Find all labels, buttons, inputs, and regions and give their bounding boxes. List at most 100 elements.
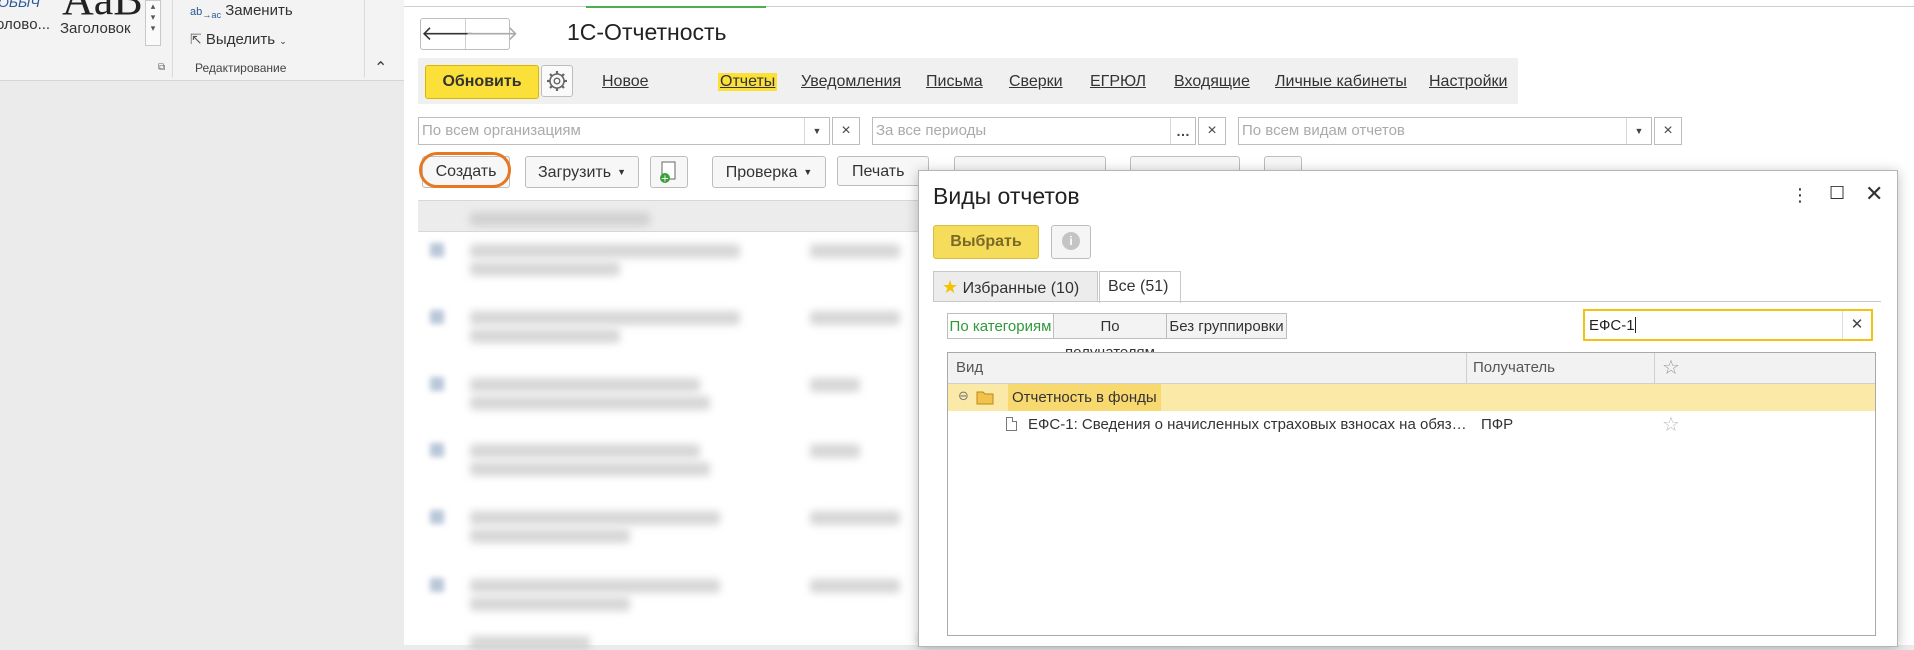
folder-icon — [976, 391, 994, 405]
blurred-text — [810, 579, 900, 593]
report-kind-filter[interactable]: По всем видам отчетов ▼ — [1238, 117, 1652, 145]
blurred-text — [470, 597, 630, 611]
dropdown-arrow-icon[interactable]: ▼ — [804, 118, 829, 144]
blurred-text — [470, 462, 710, 476]
period-filter-placeholder: За все периоды — [876, 122, 987, 139]
tab-favorites[interactable]: ★ Избранные (10) — [933, 271, 1098, 301]
style-normal-label[interactable]: оловo... — [0, 16, 50, 33]
organization-clear-button[interactable]: × — [832, 117, 860, 145]
settings-button[interactable] — [541, 65, 573, 97]
dropdown-arrow-icon: ▼ — [617, 167, 626, 177]
report-kind-clear-button[interactable]: × — [1654, 117, 1682, 145]
blurred-text — [470, 529, 630, 543]
blurred-text — [810, 311, 900, 325]
tab-all[interactable]: Все (51) — [1099, 271, 1181, 303]
check-button[interactable]: Проверка ▼ — [712, 156, 826, 188]
add-from-file-button[interactable]: + — [650, 156, 688, 188]
replace-label: Заменить — [225, 2, 293, 19]
info-button[interactable]: i — [1051, 225, 1091, 259]
select-button[interactable]: ⇱ Выделить ⌄ — [190, 31, 287, 48]
dialog-launcher-icon[interactable]: ⧉ — [158, 62, 165, 73]
close-icon[interactable]: ✕ — [1865, 181, 1883, 207]
blurred-icon — [430, 578, 444, 592]
column-header-recipient[interactable]: Получатель — [1473, 359, 1555, 376]
back-arrow-icon[interactable]: 🡐 — [421, 19, 475, 49]
period-filter[interactable]: За все периоды … — [872, 117, 1196, 145]
load-button[interactable]: Загрузить ▼ — [525, 156, 639, 188]
close-icon: × — [1207, 122, 1217, 139]
table-row[interactable]: ЕФС-1: Сведения о начисленных страховых … — [948, 411, 1875, 439]
print-button-label: Печать — [852, 163, 905, 180]
styles-scroll[interactable]: ▴ ▾ ▾ — [145, 0, 161, 46]
group-by-recipient-button[interactable]: По получателям — [1053, 313, 1167, 361]
forward-arrow-icon[interactable]: 🡒 — [465, 19, 519, 49]
ellipsis-icon[interactable]: … — [1170, 118, 1195, 144]
dropdown-arrow-icon[interactable]: ▼ — [1626, 118, 1651, 144]
maximize-icon[interactable]: ☐ — [1829, 183, 1845, 204]
table-row-group[interactable]: ⊖ Отчетность в фонды — [948, 384, 1875, 411]
star-outline-icon[interactable]: ☆ — [1662, 355, 1680, 380]
blurred-text — [470, 262, 620, 276]
period-clear-button[interactable]: × — [1198, 117, 1226, 145]
blurred-icon — [430, 310, 444, 324]
nav-link-settings[interactable]: Настройки — [1429, 73, 1507, 91]
blurred-text — [470, 636, 590, 650]
organization-filter[interactable]: По всем организациям ▼ — [418, 117, 830, 145]
column-divider — [1466, 353, 1467, 383]
search-input[interactable]: ЕФС-1 ✕ — [1583, 309, 1873, 341]
word-ribbon: ОБЫЧ AaB оловo... Заголовок ▴ ▾ ▾ ab→ac … — [0, 0, 404, 81]
chevron-down-icon: ▾ — [150, 12, 156, 22]
more-options-icon[interactable]: ⋮ — [1791, 185, 1809, 206]
add-file-icon: + — [660, 161, 676, 185]
column-divider — [1654, 353, 1655, 383]
blurred-text — [810, 511, 900, 525]
blurred-text — [470, 444, 700, 458]
svg-text:+: + — [661, 174, 669, 185]
nav-link-reports[interactable]: Отчеты — [718, 73, 778, 91]
star-icon: ★ — [942, 277, 959, 297]
no-grouping-button[interactable]: Без группировки — [1166, 313, 1287, 339]
tab-favorites-label: Избранные (10) — [962, 280, 1080, 297]
table-header: Вид Получатель ☆ — [948, 353, 1875, 384]
blurred-text — [470, 329, 620, 343]
blurred-text — [470, 244, 740, 258]
blurred-icon — [430, 443, 444, 457]
document-icon — [1006, 417, 1017, 431]
style-heading-label[interactable]: Заголовок — [60, 20, 131, 37]
replace-button[interactable]: ab→ac Заменить — [190, 2, 293, 20]
nav-link-letters[interactable]: Письма — [926, 73, 983, 91]
blurred-text — [470, 311, 740, 325]
nav-link-incoming[interactable]: Входящие — [1174, 73, 1250, 91]
blurred-text — [470, 396, 710, 410]
report-kinds-table: Вид Получатель ☆ ⊖ Отчетность в фонды ЕФ… — [947, 352, 1876, 636]
nav-link-reconciliations[interactable]: Сверки — [1009, 73, 1063, 91]
blurred-text — [810, 444, 860, 458]
organization-filter-placeholder: По всем организациям — [422, 122, 581, 139]
style-sample-small: ОБЫЧ — [0, 0, 40, 10]
group-by-category-button[interactable]: По категориям — [947, 313, 1054, 339]
page-title: 1С-Отчетность — [567, 19, 727, 45]
refresh-button[interactable]: Обновить — [425, 65, 539, 99]
nav-link-personal-accounts[interactable]: Личные кабинеты — [1275, 73, 1407, 91]
star-outline-icon[interactable]: ☆ — [1662, 412, 1680, 437]
print-button[interactable]: Печать — [837, 156, 929, 186]
cursor-arrow-icon: ⇱ — [190, 31, 202, 47]
search-clear-icon[interactable]: ✕ — [1842, 311, 1871, 339]
nav-link-egrul[interactable]: ЕГРЮЛ — [1090, 73, 1146, 91]
blurred-text — [470, 378, 700, 392]
column-header-kind[interactable]: Вид — [956, 359, 983, 376]
history-nav: 🡐 🡒 — [420, 18, 519, 50]
new-link[interactable]: Новое — [602, 73, 649, 91]
check-button-label: Проверка — [725, 164, 798, 181]
blurred-text — [470, 579, 720, 593]
collapse-toggle-icon[interactable]: ⊖ — [958, 388, 969, 404]
group-divider — [172, 0, 173, 78]
group-divider — [364, 0, 365, 78]
nav-link-notifications[interactable]: Уведомления — [801, 73, 901, 91]
blurred-icon — [430, 243, 444, 257]
highlight-ring — [419, 152, 511, 188]
choose-button[interactable]: Выбрать — [933, 225, 1039, 259]
collapse-ribbon-icon[interactable]: ⌃ — [374, 58, 387, 78]
more-icon: ▾ — [150, 23, 156, 33]
active-window-tab[interactable] — [586, 0, 766, 8]
